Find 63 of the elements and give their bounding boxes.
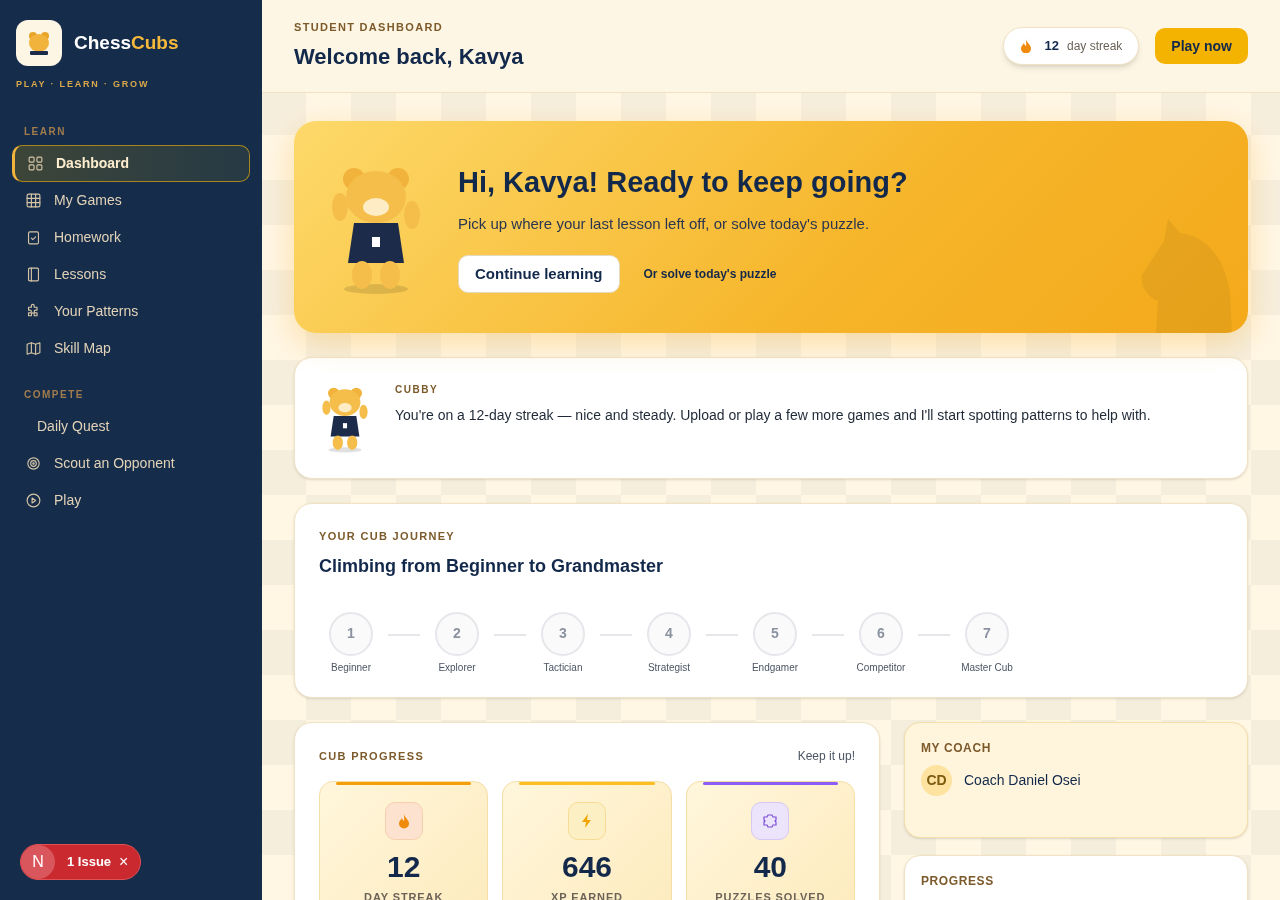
stat-value: 646 <box>561 849 612 885</box>
close-icon[interactable]: × <box>119 850 129 874</box>
eyebrow: CUB PROGRESS <box>319 748 425 764</box>
level-step: 4 <box>647 611 691 656</box>
tagline: PLAY · LEARN · GROW <box>15 78 151 91</box>
level-step: 6 <box>859 611 903 656</box>
play-icon <box>25 491 42 509</box>
section-heading: LEARN <box>23 124 67 139</box>
flame-icon <box>1020 39 1033 53</box>
next-logo-icon: N <box>21 845 55 879</box>
level-step: 3 <box>541 611 585 656</box>
eyebrow: CUBBY <box>395 383 440 397</box>
cubby-message: You're on a 12-day streak — nice and steady. Upload or play a few more games and I'll start spotting patterns to help with. <box>395 406 1151 425</box>
map-icon <box>25 339 42 357</box>
step-label: Strategist <box>647 660 691 675</box>
grid-icon <box>27 154 44 172</box>
play-now-button[interactable]: Play now <box>1155 28 1248 64</box>
hero-title: Hi, Kavya! Ready to keep going? <box>458 165 908 200</box>
level-step: 1 <box>329 611 373 656</box>
step-label: Explorer <box>438 660 476 675</box>
eyebrow: YOUR CUB JOURNEY <box>319 529 457 544</box>
eyebrow: STUDENT DASHBOARD <box>294 20 444 36</box>
nav-item[interactable]: Scout an Opponent <box>12 444 250 482</box>
issue-badge[interactable]: N 1 Issue × <box>20 844 142 880</box>
nav-item[interactable]: My Games <box>12 181 250 219</box>
level-step: 7 <box>965 611 1009 656</box>
nav-item[interactable]: Dashboard <box>12 144 250 182</box>
issue-count: 1 Issue <box>67 853 112 872</box>
section-title: Climbing from Beginner to Grandmaster <box>319 554 665 578</box>
step-label: Beginner <box>331 660 371 675</box>
continue-learning-button[interactable]: Continue learning <box>458 255 620 293</box>
page-title: Welcome back, Kavya <box>294 42 524 71</box>
avatar-initials: CD <box>921 765 952 796</box>
clipboard-icon <box>25 228 42 246</box>
stat-value: 12 <box>386 849 421 885</box>
nav-item[interactable]: Play <box>12 481 250 519</box>
step-label: Master Cub <box>961 660 1013 675</box>
chessboard-icon <box>25 191 42 209</box>
level-step: 5 <box>753 611 797 656</box>
stat-value: 40 <box>753 849 787 885</box>
puzzle-link[interactable]: Or solve today's puzzle <box>643 265 777 283</box>
eyebrow: MY COACH <box>921 740 992 757</box>
coach-name: Coach Daniel Osei <box>964 771 1081 790</box>
step-label: Competitor <box>856 660 906 675</box>
nav-item[interactable]: Lessons <box>12 255 250 293</box>
nav-item[interactable]: Daily Quest <box>12 407 250 445</box>
puzzle-icon <box>762 813 779 829</box>
streak-label: day streak <box>1066 38 1123 55</box>
level-step: 2 <box>435 611 479 656</box>
step-label: Tactician <box>543 660 583 675</box>
section-heading: COMPETE <box>23 387 85 402</box>
step-label: Endgamer <box>751 660 799 675</box>
logo-icon <box>16 20 62 66</box>
nav-item[interactable]: Your Patterns <box>12 292 250 330</box>
nav-item[interactable]: Homework <box>12 218 250 256</box>
brand-name: ChessCubs <box>74 30 179 55</box>
progress-note: Keep it up! <box>797 748 855 765</box>
streak-count: 12 <box>1044 37 1059 56</box>
eyebrow: PROGRESS <box>921 873 995 890</box>
book-icon <box>25 265 42 283</box>
hero-subtitle: Pick up where your last lesson left off, or solve today's puzzle. <box>458 213 871 234</box>
nav-item[interactable]: Skill Map <box>12 329 250 367</box>
target-icon <box>25 454 42 472</box>
